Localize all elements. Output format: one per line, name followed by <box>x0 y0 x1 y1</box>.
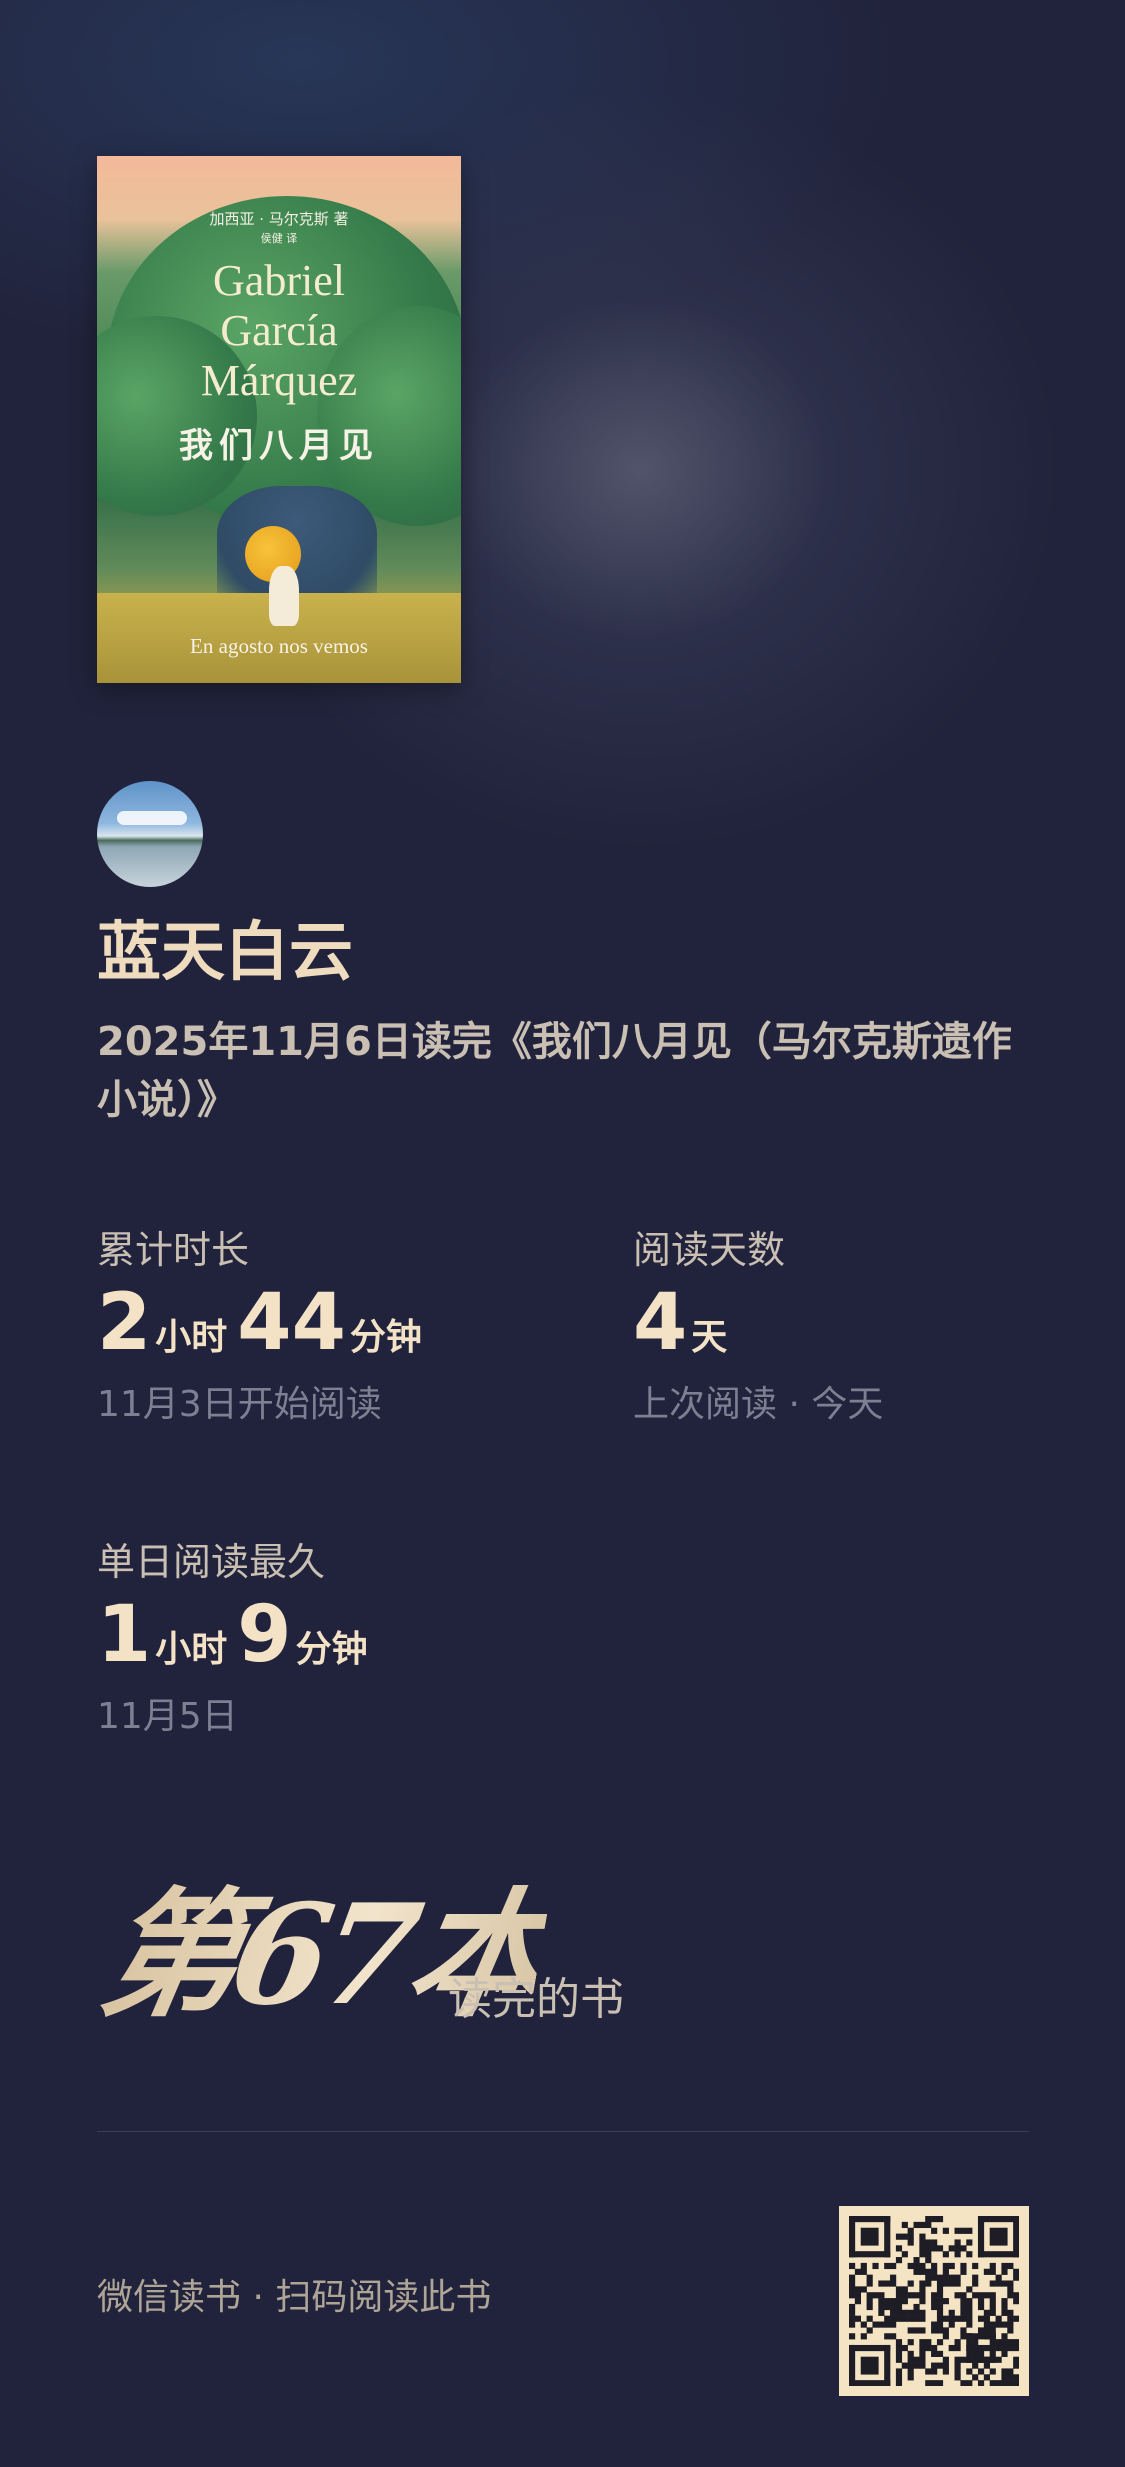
longest-day-minutes: 9 <box>237 1590 292 1680</box>
longest-day-hours: 1 <box>97 1590 152 1680</box>
total-time-minutes-unit: 分钟 <box>349 1317 422 1358</box>
total-time-value: 2 小时 44 分钟 <box>97 1278 432 1389</box>
longest-day-value: 1 小时 9 分钟 <box>97 1590 378 1701</box>
divider <box>97 2131 1029 2132</box>
cover-subtitle-es: En agosto nos vemos <box>190 634 368 658</box>
reading-days-value: 4天 <box>633 1278 737 1389</box>
avatar-cloud <box>117 811 187 825</box>
longest-day-hours-unit: 小时 <box>155 1629 228 1670</box>
cover-author-line3: Márquez <box>200 356 358 405</box>
avatar[interactable] <box>97 781 203 887</box>
cover-author-line1: Gabriel <box>213 256 345 305</box>
book-rank-suffix: 读完的书 <box>448 1974 624 2025</box>
total-time-label: 累计时长 <box>97 1228 250 1272</box>
longest-day-minutes-unit: 分钟 <box>295 1629 368 1670</box>
longest-day-date: 11月5日 <box>97 1696 238 1737</box>
last-read-text: 上次阅读 · 今天 <box>633 1384 884 1425</box>
reading-days-count: 4 <box>633 1278 688 1368</box>
cover-author-cn: 加西亚 · 马尔克斯 著 <box>209 210 349 228</box>
cover-author-line2: García <box>220 306 338 355</box>
total-time-hours-unit: 小时 <box>155 1317 228 1358</box>
user-name: 蓝天白云 <box>97 915 353 990</box>
cover-figure <box>269 566 299 626</box>
reading-share-card: 加西亚 · 马尔克斯 著 侯健 译 Gabriel García Márquez… <box>0 0 1125 2467</box>
total-time-hours: 2 <box>97 1278 152 1368</box>
footer-text: 微信读书 · 扫码阅读此书 <box>97 2277 492 2318</box>
qr-code[interactable] <box>839 2206 1029 2396</box>
total-time-minutes: 44 <box>237 1278 346 1368</box>
total-time-start: 11月3日开始阅读 <box>97 1384 382 1425</box>
reading-days-label: 阅读天数 <box>633 1228 786 1272</box>
cover-title-cn: 我们八月见 <box>179 426 379 466</box>
finish-date-text: 2025年11月6日读完《我们八月见（马尔克斯遗作小说）》 <box>97 1019 1012 1123</box>
book-cover[interactable]: 加西亚 · 马尔克斯 著 侯健 译 Gabriel García Márquez… <box>97 156 461 683</box>
longest-day-label: 单日阅读最久 <box>97 1540 326 1584</box>
qr-code-pattern <box>849 2216 1019 2386</box>
cover-translator-cn: 侯健 译 <box>260 232 298 245</box>
reading-days-unit: 天 <box>691 1317 728 1358</box>
